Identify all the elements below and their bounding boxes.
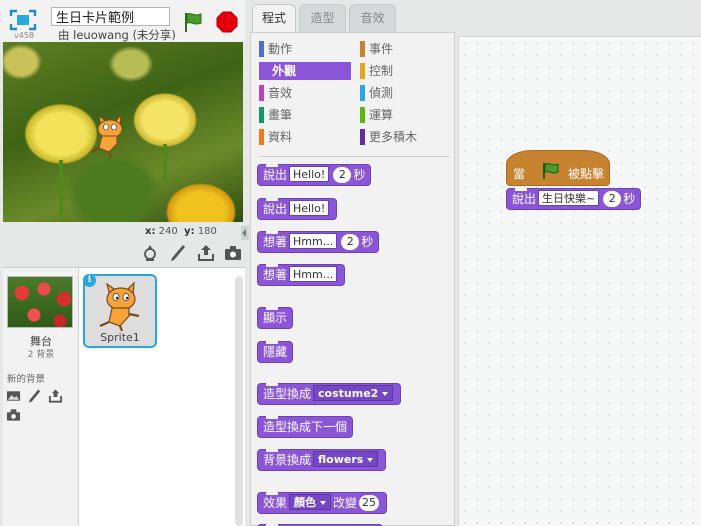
block-switch-costume[interactable]: 造型換成 costume2	[257, 383, 402, 405]
upload-backdrop-icon[interactable]	[48, 388, 63, 404]
block-hide[interactable]: 隱藏	[257, 341, 294, 363]
paint-backdrop-icon[interactable]	[27, 388, 42, 404]
category-sound[interactable]: 音效	[259, 84, 292, 102]
camera-sprite-icon[interactable]	[223, 243, 243, 263]
green-flag-icon[interactable]	[182, 11, 204, 33]
choose-sprite-icon[interactable]	[140, 243, 160, 263]
block-say[interactable]: 說出 Hello!	[257, 198, 338, 220]
stop-icon[interactable]	[216, 11, 238, 33]
camera-backdrop-icon[interactable]	[6, 407, 21, 423]
info-icon[interactable]: i	[83, 274, 96, 287]
stage-header: v458 由 leuowang (未分享)	[0, 0, 245, 42]
costume-dropdown[interactable]: costume2	[313, 385, 394, 401]
block-change-effect[interactable]: 效果 顏色 改變 25	[257, 492, 388, 514]
sprite-name: Sprite1	[100, 331, 140, 344]
block-switch-backdrop[interactable]: 背景換成 flowers	[257, 449, 387, 471]
category-data[interactable]: 資料	[259, 128, 292, 146]
backdrop-count: 2 背景	[27, 350, 55, 360]
sprite-panel: 舞台 2 背景 新的背景 Sprite1 i	[3, 267, 245, 526]
project-title-input[interactable]	[51, 7, 170, 26]
mouse-coordinates: x: 240 y: 180	[145, 226, 217, 237]
owner-label: 由 leuowang (未分享)	[58, 28, 176, 42]
collapse-stage-handle[interactable]	[241, 226, 249, 240]
script-area[interactable]	[458, 36, 701, 526]
category-more-blocks[interactable]: 更多積木	[360, 128, 417, 146]
effect-dropdown[interactable]: 顏色	[289, 494, 332, 510]
script-say-for-secs-block[interactable]: 說出 生日快樂~ 2 秒	[506, 188, 642, 210]
category-sensing[interactable]: 偵測	[360, 84, 393, 102]
block-next-costume[interactable]: 造型換成下一個	[257, 416, 354, 438]
category-looks[interactable]: 外觀	[259, 62, 351, 80]
secs-input[interactable]: 2	[333, 167, 352, 183]
tab-scripts[interactable]: 程式	[252, 4, 296, 33]
block-think[interactable]: 想著 Hmm...	[257, 264, 346, 286]
new-backdrop-tools	[6, 388, 78, 421]
category-pen[interactable]: 畫筆	[259, 106, 292, 124]
x-coordinate: 240	[158, 226, 178, 237]
green-flag-icon	[543, 163, 559, 179]
choose-backdrop-icon[interactable]	[6, 388, 21, 404]
stage-thumbnail[interactable]	[7, 276, 73, 328]
y-coordinate: 180	[197, 226, 217, 237]
sprite-cat-thumbnail	[99, 281, 140, 332]
stage-column: 舞台 2 背景 新的背景	[3, 268, 79, 526]
say-text-input[interactable]: Hello!	[289, 166, 330, 182]
script-say-text-input[interactable]: 生日快樂~	[538, 190, 600, 206]
flower-stem	[163, 144, 167, 184]
block-palette: 動作 事件 外觀 控制 音效 偵測 畫筆 運算 資料 更多積木 說出 Hello!…	[250, 32, 455, 526]
sprite-cat[interactable]	[87, 112, 133, 158]
flower-stem	[59, 160, 63, 222]
version-label: v458	[14, 31, 35, 40]
sprite-list-scrollbar[interactable]	[235, 276, 243, 526]
effect-amount-input[interactable]: 25	[359, 495, 380, 511]
think-text-input[interactable]: Hmm...	[289, 266, 338, 282]
script-secs-input[interactable]: 2	[603, 191, 622, 207]
block-show[interactable]: 顯示	[257, 307, 294, 329]
category-operators[interactable]: 運算	[360, 106, 393, 124]
secs-input[interactable]: 2	[341, 234, 360, 250]
upload-sprite-icon[interactable]	[196, 243, 216, 263]
category-events[interactable]: 事件	[360, 40, 393, 58]
stage-canvas[interactable]	[3, 42, 243, 222]
palette-divider	[259, 156, 449, 157]
say-text-input[interactable]: Hello!	[289, 200, 330, 216]
paint-sprite-icon[interactable]	[168, 243, 188, 263]
block-say-for-secs[interactable]: 說出 Hello! 2 秒	[257, 164, 372, 186]
when-flag-clicked-block[interactable]: 當 被點擊	[506, 150, 610, 186]
category-motion[interactable]: 動作	[259, 40, 292, 58]
tab-costumes[interactable]: 造型	[299, 4, 346, 32]
think-text-input[interactable]: Hmm...	[289, 233, 338, 249]
new-backdrop-label: 新的背景	[7, 374, 46, 385]
category-control[interactable]: 控制	[360, 62, 393, 80]
tab-sounds[interactable]: 音效	[349, 4, 396, 32]
scratch-editor: v458 由 leuowang (未分享) x: 240 y: 180	[0, 0, 701, 526]
new-sprite-tools	[140, 243, 247, 265]
fullscreen-icon[interactable]	[8, 8, 38, 32]
block-think-for-secs[interactable]: 想著 Hmm... 2 秒	[257, 231, 380, 253]
backdrop-dropdown[interactable]: flowers	[313, 451, 379, 467]
